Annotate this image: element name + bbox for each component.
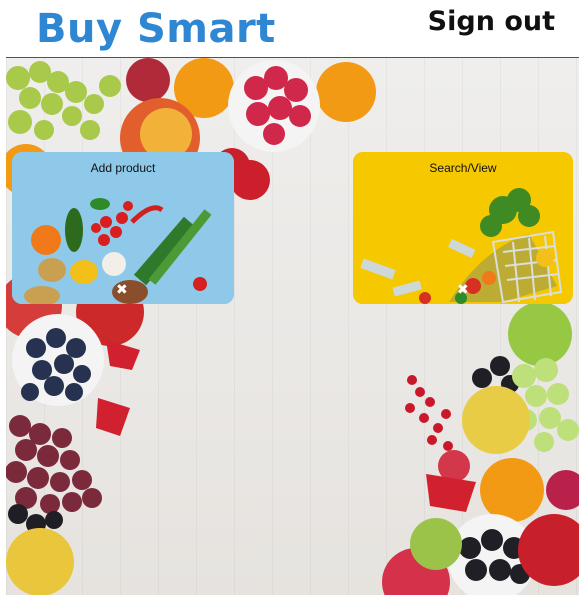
grapes-top-left — [6, 61, 121, 140]
fruit-background-image — [6, 58, 579, 595]
add-product-label: Add product — [90, 161, 156, 175]
header-bar: Buy Smart Sign out — [0, 0, 579, 58]
sign-out-link[interactable]: Sign out — [428, 6, 555, 37]
search-view-label: Search/View — [429, 161, 497, 175]
bottom-margin — [0, 595, 579, 603]
add-product-card[interactable]: Add product ✖ — [12, 152, 234, 304]
close-icon: ✖ — [116, 282, 128, 298]
fruit-illustration — [6, 58, 579, 595]
close-icon: ✖ — [457, 282, 469, 298]
brand-logo: Buy Smart — [36, 6, 276, 52]
search-view-card[interactable]: Search/View ✖ — [353, 152, 573, 304]
